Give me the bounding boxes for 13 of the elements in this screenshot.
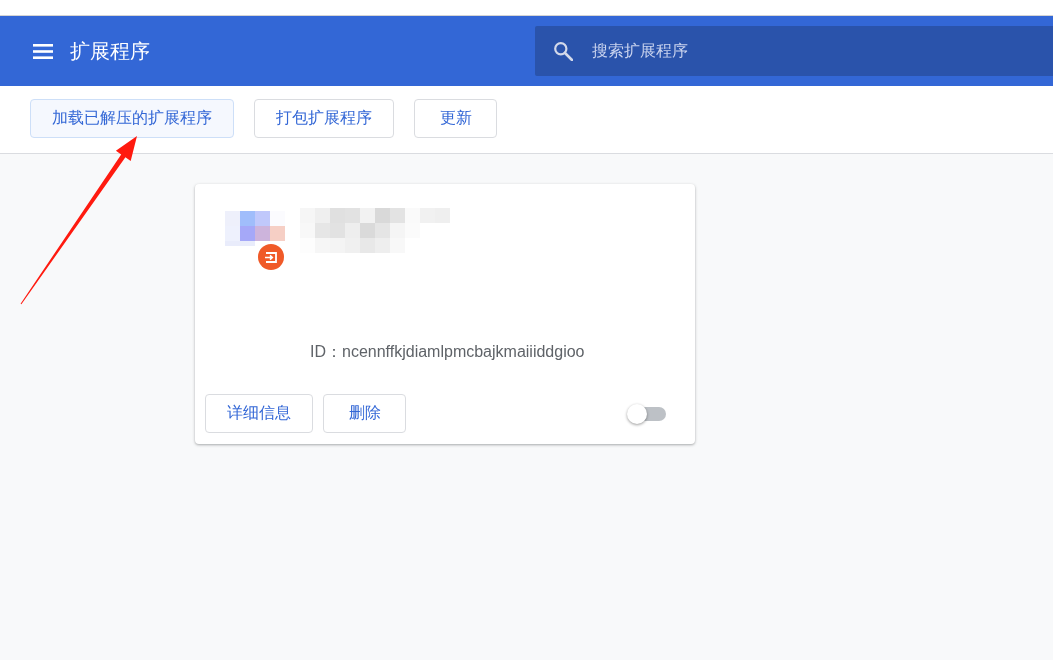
toolbar-button[interactable]: 打包扩展程序 [254, 99, 394, 138]
card-button[interactable]: 删除 [323, 394, 406, 433]
extension-id: ID：ncennffkjdiamlpmcbajkmaiiiddgioo [310, 343, 585, 361]
toggle-switch[interactable] [627, 403, 666, 424]
search-icon [553, 41, 573, 61]
search-field[interactable]: 搜索扩展程序 [535, 26, 1053, 76]
pixelated-icon [225, 211, 285, 246]
badge-icon [258, 244, 284, 270]
toolbar-button[interactable]: 加载已解压的扩展程序 [30, 99, 234, 138]
page-title: 扩展程序 [70, 39, 150, 63]
toolbar-button[interactable]: 更新 [414, 99, 497, 138]
card-button[interactable]: 详细信息 [205, 394, 313, 433]
menu-icon[interactable] [33, 43, 53, 59]
